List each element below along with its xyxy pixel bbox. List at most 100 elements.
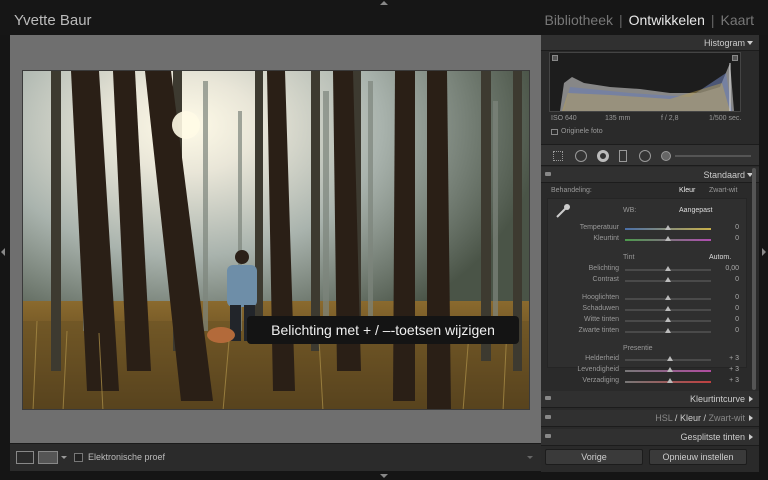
soft-proof-label: Elektronische proef — [88, 452, 166, 462]
red-eye-icon[interactable] — [597, 150, 609, 162]
expand-triangle-icon — [749, 396, 753, 402]
slider-label: Levendigheid — [577, 366, 619, 373]
panel-switch-icon[interactable] — [545, 415, 551, 419]
wb-preset-select[interactable]: Aangepast — [679, 207, 712, 214]
right-panel-toggle-icon[interactable] — [762, 248, 766, 256]
module-map[interactable]: Kaart — [721, 12, 754, 28]
slider-thumb[interactable] — [665, 317, 671, 322]
left-panel-toggle-icon[interactable] — [1, 248, 5, 256]
wb-label: WB: — [623, 207, 637, 214]
reset-button[interactable]: Opnieuw instellen — [649, 449, 747, 465]
module-library[interactable]: Bibliotheek — [544, 12, 613, 28]
slider-value[interactable]: 0 — [719, 327, 739, 334]
shadow-clipping-icon[interactable] — [552, 55, 558, 61]
slider-thumb[interactable] — [666, 356, 673, 361]
slider-thumb[interactable] — [665, 306, 671, 311]
slider-label: Verzadiging — [582, 377, 619, 384]
color-tab[interactable]: Kleur — [680, 413, 701, 423]
tool-strip — [541, 144, 759, 166]
treatment-label: Behandeling: — [551, 187, 592, 194]
slider-thumb[interactable] — [665, 277, 671, 282]
tone-label: Tint — [623, 254, 635, 261]
before-after-view-button[interactable] — [38, 451, 58, 464]
panel-switch-icon[interactable] — [545, 434, 551, 438]
slider-value[interactable]: 0,00 — [719, 265, 739, 272]
highlight-clipping-icon[interactable] — [732, 55, 738, 61]
panel-switch-icon[interactable] — [545, 396, 551, 400]
tone-curve-header[interactable]: Kleurtintcurve — [541, 391, 759, 408]
expand-triangle-icon — [749, 415, 753, 421]
histogram-graph[interactable] — [549, 52, 741, 112]
slider-thumb[interactable] — [666, 378, 673, 383]
tone-curve-title: Kleurtintcurve — [689, 394, 745, 404]
module-picker: Bibliotheek | Ontwikkelen | Kaart — [544, 12, 754, 28]
presence-label: Presentie — [623, 345, 653, 352]
slider-label: Helderheid — [585, 355, 619, 362]
slider-thumb[interactable] — [665, 266, 671, 271]
soft-proof-checkbox[interactable] — [74, 453, 83, 462]
panel-switch-icon[interactable] — [545, 172, 551, 176]
slider-label: Hooglichten — [582, 294, 619, 301]
basic-panel-header[interactable]: Standaard — [541, 167, 759, 183]
original-photo-icon — [551, 129, 558, 135]
exposure-shortcut-tooltip: Belichting met + / –-toetsen wijzigen — [247, 316, 519, 344]
tab-separator: / — [674, 413, 678, 423]
treatment-color-option[interactable]: Kleur — [679, 187, 695, 194]
slider-thumb[interactable] — [666, 367, 673, 372]
slider-value[interactable]: + 3 — [719, 377, 739, 384]
adjustment-brush-icon[interactable] — [661, 151, 671, 161]
slider-thumb[interactable] — [665, 236, 671, 241]
hsl-header[interactable]: HSL / Kleur / Zwart-wit — [541, 410, 759, 427]
hsl-tab[interactable]: HSL — [655, 413, 672, 423]
iso-value: ISO 640 — [551, 115, 577, 122]
slider-label: Kleurtint — [593, 235, 619, 242]
top-panel-toggle-icon[interactable] — [380, 1, 388, 5]
slider-value[interactable]: 0 — [719, 224, 739, 231]
slider-value[interactable]: 0 — [719, 294, 739, 301]
chevron-down-icon[interactable] — [61, 456, 67, 459]
histogram-header[interactable]: Histogram — [541, 35, 759, 51]
slider-value[interactable]: 0 — [719, 316, 739, 323]
focal-length: 135 mm — [605, 115, 631, 122]
graduated-filter-icon[interactable] — [619, 150, 627, 162]
split-toning-header[interactable]: Gesplitste tinten — [541, 429, 759, 446]
aperture-value: f / 2,8 — [661, 115, 679, 122]
crop-overlay-icon[interactable] — [553, 151, 563, 161]
slider-value[interactable]: 0 — [719, 235, 739, 242]
slider-label: Schaduwen — [582, 305, 619, 312]
slider-value[interactable]: + 3 — [719, 355, 739, 362]
slider-value[interactable]: + 3 — [719, 366, 739, 373]
slider-label: Witte tinten — [583, 316, 619, 323]
auto-tone-button[interactable]: Autom. — [709, 254, 731, 261]
treatment-bw-option[interactable]: Zwart-wit — [709, 187, 737, 194]
slider-thumb[interactable] — [665, 328, 671, 333]
panel-scrollbar[interactable] — [752, 168, 756, 390]
spot-removal-icon[interactable] — [575, 150, 587, 162]
split-toning-title: Gesplitste tinten — [680, 432, 745, 442]
slider-label: Belichting — [588, 265, 619, 272]
radial-filter-icon[interactable] — [639, 150, 651, 162]
histogram-title: Histogram — [703, 38, 745, 48]
image-canvas[interactable]: Belichting met + / –-toetsen wijzigen — [10, 35, 541, 443]
module-separator: | — [710, 12, 715, 28]
original-photo-label: Originele foto — [561, 128, 603, 135]
previous-button[interactable]: Vorige — [545, 449, 643, 465]
module-develop[interactable]: Ontwikkelen — [629, 12, 705, 28]
slider-thumb[interactable] — [665, 295, 671, 300]
identity-plate-bar: Yvette Baur Bibliotheek | Ontwikkelen | Kaar… — [0, 0, 768, 35]
slider-thumb[interactable] — [665, 225, 671, 230]
bottom-panel-toggle-icon[interactable] — [380, 474, 388, 478]
slider-value[interactable]: 0 — [719, 305, 739, 312]
basic-panel-title: Standaard — [703, 170, 745, 180]
brush-slider-track[interactable] — [675, 155, 751, 157]
tab-separator: / — [703, 413, 706, 423]
toolbar-menu-icon[interactable] — [527, 456, 533, 459]
loupe-view-button[interactable] — [16, 451, 34, 464]
hsl-tabs: HSL / Kleur / Zwart-wit — [655, 413, 745, 423]
bw-tab[interactable]: Zwart-wit — [709, 413, 746, 423]
slider-label: Zwarte tinten — [578, 327, 619, 334]
white-balance-selector-icon[interactable] — [555, 203, 571, 219]
slider-value[interactable]: 0 — [719, 276, 739, 283]
shutter-speed: 1/500 sec. — [709, 115, 742, 122]
photo-preview[interactable] — [22, 70, 530, 410]
